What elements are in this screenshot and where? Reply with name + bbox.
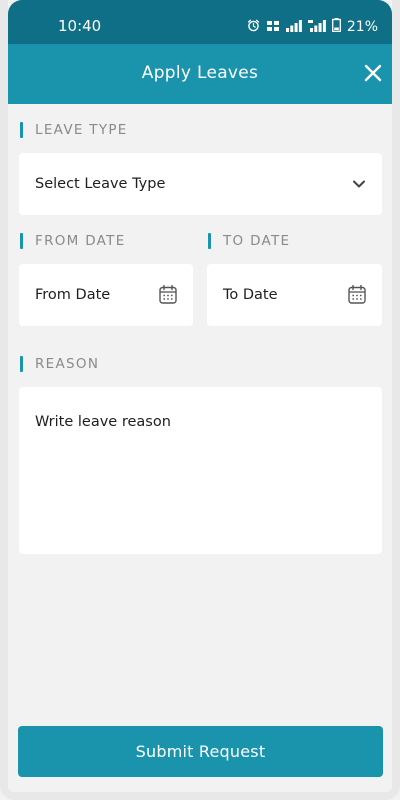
from-date-label-text: FROM DATE — [35, 233, 126, 249]
close-button[interactable] — [358, 58, 388, 88]
alarm-icon — [247, 17, 260, 36]
to-date-label-text: TO DATE — [223, 233, 291, 249]
reason-label: REASON — [20, 356, 99, 372]
5g-signal-icon — [307, 17, 326, 36]
to-date-field[interactable]: To Date — [207, 264, 382, 326]
reason-textarea[interactable]: Write leave reason — [19, 387, 382, 554]
to-date-placeholder: To Date — [223, 287, 278, 303]
status-bar: 10:40 21% — [8, 0, 392, 44]
leave-type-label: LEAVE TYPE — [20, 122, 128, 138]
leave-type-value: Select Leave Type — [35, 176, 166, 192]
close-icon — [364, 64, 382, 82]
from-date-placeholder: From Date — [35, 287, 111, 303]
phone-frame: 10:40 21% Apply Leaves LEAVE TYPE Select… — [0, 0, 400, 800]
reason-label-text: REASON — [35, 356, 100, 372]
label-accent-bar — [208, 233, 211, 249]
calendar-icon — [159, 285, 177, 304]
from-date-field[interactable]: From Date — [19, 264, 193, 326]
to-date-label: TO DATE — [208, 233, 290, 249]
label-accent-bar — [20, 233, 23, 249]
status-icons: 21% — [247, 17, 378, 36]
chevron-down-icon — [352, 177, 366, 191]
battery-icon — [331, 17, 341, 36]
submit-request-button[interactable]: Submit Request — [18, 726, 383, 777]
leave-type-select[interactable]: Select Leave Type — [19, 153, 382, 215]
calendar-icon — [348, 285, 366, 304]
page-title: Apply Leaves — [141, 63, 259, 83]
reason-placeholder: Write leave reason — [35, 414, 171, 430]
app-bar: Apply Leaves — [8, 44, 392, 104]
from-date-label: FROM DATE — [20, 233, 126, 249]
signal-icon — [285, 17, 302, 36]
volte-icon — [266, 17, 280, 36]
label-accent-bar — [20, 356, 23, 372]
leave-type-label-text: LEAVE TYPE — [35, 122, 128, 138]
label-accent-bar — [20, 122, 23, 138]
status-time: 10:40 — [58, 17, 102, 35]
battery-percentage: 21% — [346, 18, 378, 35]
